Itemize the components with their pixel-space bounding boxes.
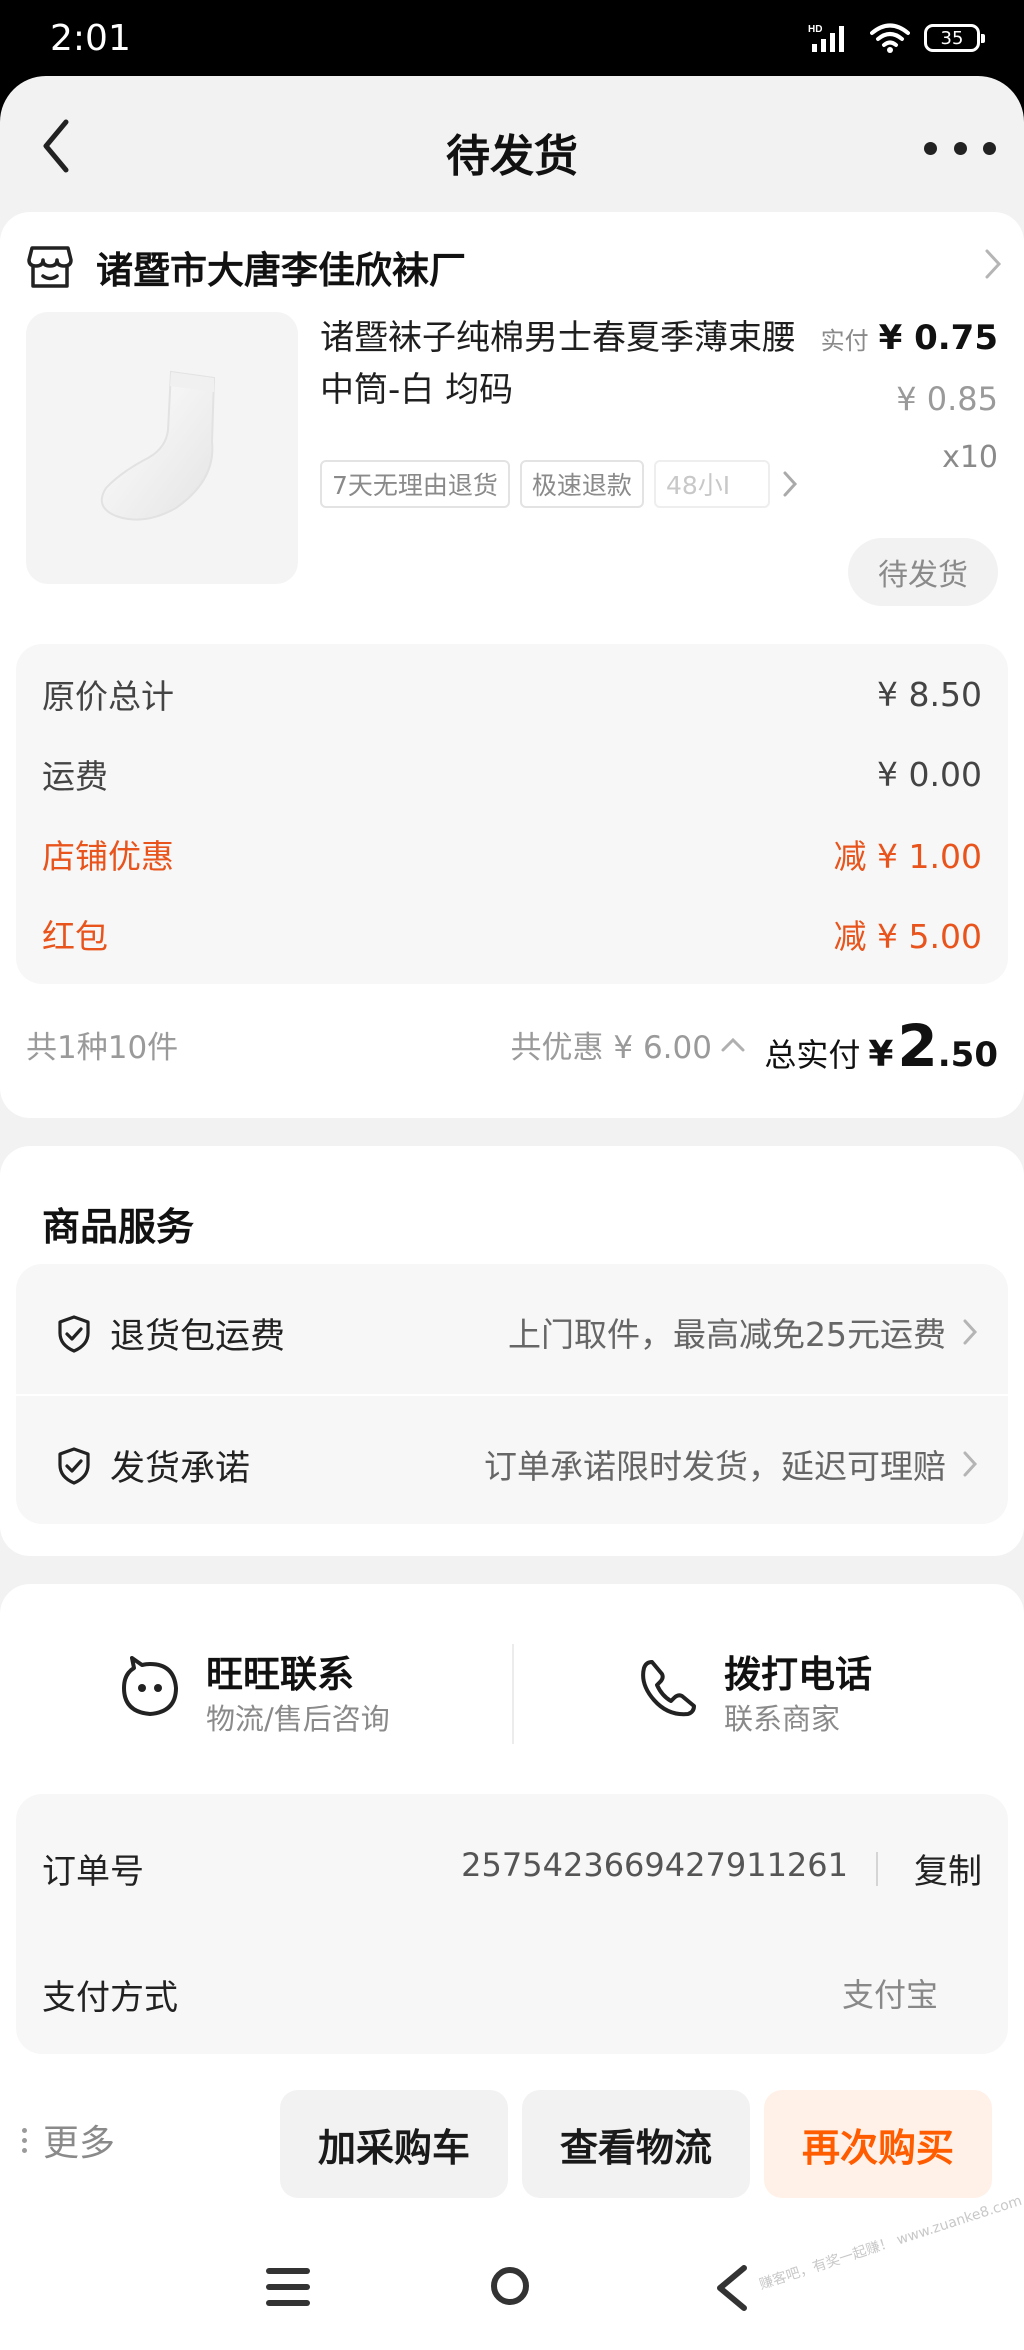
breakdown-label: 红包 xyxy=(42,917,108,956)
quantity: x10 xyxy=(942,440,998,475)
wangwang-contact-button[interactable]: 旺旺联系 物流/售后咨询 xyxy=(120,1644,440,1754)
contact-divider xyxy=(512,1644,514,1744)
pay-method-label: 支付方式 xyxy=(42,1978,178,2018)
status-time: 2:01 xyxy=(50,18,131,59)
service-name: 退货包运费 xyxy=(110,1317,286,1357)
dot-icon xyxy=(924,141,937,155)
status-bar: 2:01 HD 35 xyxy=(0,0,1024,76)
service-desc: 上门取件，最高减免25元运费 xyxy=(508,1315,946,1354)
product-title[interactable]: 诸暨袜子纯棉男士春夏季薄束腰中筒-白 均码 xyxy=(320,312,810,416)
item-count: 共1种10件 xyxy=(26,1030,179,1066)
copy-order-number-button[interactable]: 复制 xyxy=(914,1844,982,1893)
view-logistics-button[interactable]: 查看物流 xyxy=(522,2090,750,2198)
service-desc: 订单承诺限时发货，延迟可理赔 xyxy=(484,1447,946,1486)
order-info: 订单号 2575423669427911261 复制 支付方式 支付宝 xyxy=(16,1794,1008,2054)
paid-label: 实付 xyxy=(820,327,869,355)
menu-icon xyxy=(266,2268,310,2306)
order-number-label: 订单号 xyxy=(42,1852,144,1892)
total-discount-text: 共优惠 ¥ 6.00 xyxy=(510,1030,712,1066)
tag-48h: 48小I xyxy=(653,460,770,508)
back-nav-button[interactable] xyxy=(712,2264,752,2316)
dot-icon xyxy=(983,141,996,155)
order-summary: 共1种10件 共优惠 ¥ 6.00 总实付 ¥ 2 .50 xyxy=(26,1012,998,1080)
breakdown-label: 店铺优惠 xyxy=(42,837,174,876)
tag-no-reason-return: 7天无理由退货 xyxy=(320,460,510,508)
shop-chevron-right-icon[interactable] xyxy=(984,248,1002,280)
battery-level: 35 xyxy=(940,27,964,49)
total-paid-label: 总实付 xyxy=(764,1036,861,1074)
bottom-action-bar: 更多 加采购车 查看物流 再次购买 xyxy=(0,2054,1024,2226)
sock-image xyxy=(100,370,216,521)
breakdown-row-shop-discount: 店铺优惠 减 ¥ 1.00 xyxy=(42,824,982,884)
home-circle-icon xyxy=(491,2267,529,2305)
breakdown-label: 运费 xyxy=(42,757,108,796)
buy-again-button[interactable]: 再次购买 xyxy=(764,2090,992,2198)
page-title: 待发货 xyxy=(446,131,578,182)
wangwang-subtitle: 物流/售后咨询 xyxy=(206,1702,390,1736)
more-vertical-icon xyxy=(22,2127,27,2153)
menu-nav-button[interactable] xyxy=(264,2264,312,2314)
total-paid-currency: ¥ xyxy=(868,1034,894,1075)
price-breakdown: 原价总计 ¥ 8.50 运费 ¥ 0.00 店铺优惠 减 ¥ 1.00 红包 减… xyxy=(16,644,1008,984)
total-paid-integer: 2 xyxy=(897,1012,938,1080)
phone-subtitle: 联系商家 xyxy=(724,1702,841,1736)
paid-price-line: 实付 ¥ 0.75 xyxy=(821,318,998,358)
pay-method-value[interactable]: 支付宝 xyxy=(842,1970,938,2016)
battery-icon: 35 xyxy=(924,24,985,52)
service-item-return-shipping[interactable]: 退货包运费 上门取件，最高减免25元运费 xyxy=(16,1264,1008,1394)
breakdown-row-red-packet: 红包 减 ¥ 5.00 xyxy=(42,904,982,964)
order-detail-screen: 待发货 诸暨市大唐李佳欣袜厂 诸暨袜子纯棉男士春夏季薄束腰中筒-白 均码 7天无… xyxy=(0,76,1024,2276)
product-services-card: 商品服务 退货包运费 上门取件，最高减免25元运费 发货承诺 订单承诺限时发货，… xyxy=(0,1146,1024,1556)
phone-icon xyxy=(641,1660,696,1717)
dot-icon xyxy=(953,141,967,155)
tags-chevron-right-icon[interactable] xyxy=(782,470,798,502)
order-number-divider xyxy=(876,1852,878,1886)
more-options-button[interactable] xyxy=(924,128,996,168)
more-actions-label: 更多 xyxy=(43,2123,116,2164)
signal-icon: HD xyxy=(808,24,844,52)
breakdown-row-shipping: 运费 ¥ 0.00 xyxy=(42,744,982,804)
call-merchant-button[interactable]: 拨打电话 联系商家 xyxy=(638,1644,918,1754)
chevron-right-icon xyxy=(963,1451,978,1477)
shop-icon xyxy=(26,244,74,294)
service-tags: 7天无理由退货 极速退款 48小I xyxy=(320,460,804,508)
services-list: 退货包运费 上门取件，最高减免25元运费 发货承诺 订单承诺限时发货，延迟可理赔 xyxy=(16,1264,1008,1524)
home-nav-button[interactable] xyxy=(488,2264,532,2312)
paid-price: ¥ 0.75 xyxy=(878,318,998,358)
wangwang-title: 旺旺联系 xyxy=(206,1653,354,1696)
total-discount[interactable]: 共优惠 ¥ 6.00 xyxy=(511,1022,746,1067)
phone-title: 拨打电话 xyxy=(724,1653,872,1696)
breakdown-value: ¥ 0.00 xyxy=(877,754,982,794)
network-label: HD xyxy=(808,24,822,35)
original-price: ¥ 0.85 xyxy=(896,380,998,418)
wifi-icon xyxy=(870,23,910,53)
shield-check-icon xyxy=(58,1315,90,1353)
total-paid-decimal: .50 xyxy=(937,1035,998,1075)
order-number: 2575423669427911261 xyxy=(461,1846,848,1884)
add-to-purchase-cart-button[interactable]: 加采购车 xyxy=(280,2090,508,2198)
more-actions-button[interactable]: 更多 xyxy=(22,2114,115,2166)
services-title: 商品服务 xyxy=(42,1205,195,1249)
item-status-badge: 待发货 xyxy=(848,538,998,606)
page-header: 待发货 xyxy=(0,76,1024,212)
chevron-right-icon xyxy=(963,1319,978,1345)
shield-check-icon xyxy=(58,1447,90,1485)
shop-name[interactable]: 诸暨市大唐李佳欣袜厂 xyxy=(96,240,466,294)
wangwang-icon xyxy=(122,1656,178,1716)
breakdown-label: 原价总计 xyxy=(42,677,174,716)
breakdown-row-original-total: 原价总计 ¥ 8.50 xyxy=(42,664,982,724)
tag-fast-refund: 极速退款 xyxy=(519,460,644,508)
breakdown-value: 减 ¥ 5.00 xyxy=(833,917,982,956)
total-paid: 总实付 ¥ 2 .50 xyxy=(764,1012,998,1080)
chevron-up-icon xyxy=(721,1037,745,1051)
status-icons: HD 35 xyxy=(808,22,985,54)
back-triangle-icon xyxy=(717,2265,747,2311)
breakdown-value: ¥ 8.50 xyxy=(877,674,982,714)
order-item-card: 诸暨市大唐李佳欣袜厂 诸暨袜子纯棉男士春夏季薄束腰中筒-白 均码 7天无理由退货… xyxy=(0,212,1024,1118)
service-item-shipping-promise[interactable]: 发货承诺 订单承诺限时发货，延迟可理赔 xyxy=(16,1394,1008,1526)
breakdown-value: 减 ¥ 1.00 xyxy=(833,837,982,876)
service-name: 发货承诺 xyxy=(110,1449,251,1489)
product-image[interactable] xyxy=(26,312,298,584)
